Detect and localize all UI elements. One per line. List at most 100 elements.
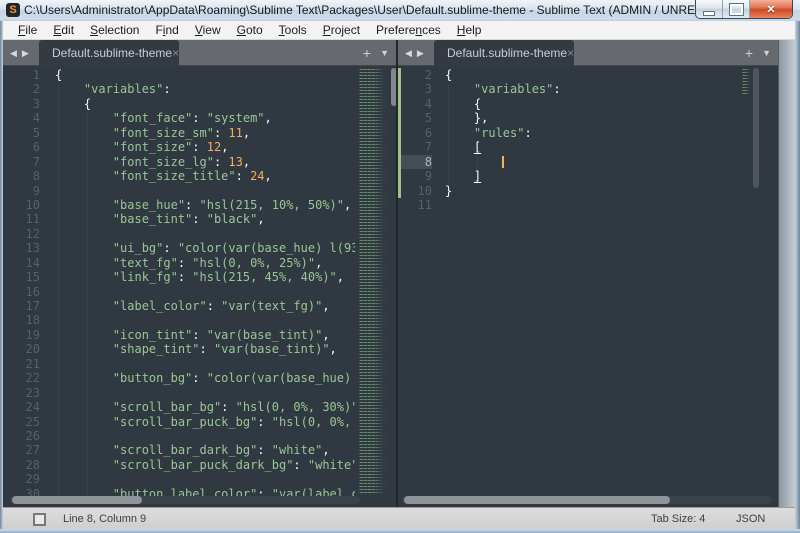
tab-close-icon[interactable]: × (172, 46, 189, 60)
line-number-7[interactable]: 7 (398, 140, 432, 154)
line-number-22[interactable]: 22 (3, 371, 40, 385)
code-line-20[interactable]: "shape_tint": "var(base_tint)", (55, 342, 355, 356)
line-number-27[interactable]: 27 (3, 443, 40, 457)
code-line-27[interactable]: "scroll_bar_dark_bg": "white", (55, 443, 355, 457)
scrollbar-puck[interactable] (404, 496, 670, 504)
menu-find[interactable]: Find (147, 21, 186, 39)
code-line-9[interactable] (55, 184, 355, 198)
line-number-11[interactable]: 11 (398, 198, 432, 212)
right-code-area[interactable]: { "variables": { }, "rules": [ ]} (445, 68, 737, 212)
scrollbar-puck[interactable] (12, 496, 142, 504)
menu-view[interactable]: View (187, 21, 229, 39)
left-code-area[interactable]: { "variables": { "font_face": "system", … (55, 68, 355, 501)
line-number-3[interactable]: 3 (3, 97, 40, 111)
code-line-4[interactable]: "font_face": "system", (55, 111, 355, 125)
code-line-8[interactable]: "font_size_title": 24, (55, 169, 355, 183)
line-number-2[interactable]: 2 (398, 68, 432, 82)
line-number-9[interactable]: 9 (398, 169, 432, 183)
line-number-5[interactable]: 5 (3, 126, 40, 140)
line-number-5[interactable]: 5 (398, 111, 432, 125)
line-number-24[interactable]: 24 (3, 400, 40, 414)
menu-selection[interactable]: Selection (82, 21, 147, 39)
code-line-2[interactable]: { (445, 68, 737, 82)
left-minimap[interactable] (357, 66, 389, 507)
line-number-6[interactable]: 6 (398, 126, 432, 140)
menu-file[interactable]: File (10, 21, 45, 39)
code-line-15[interactable]: "link_fg": "hsl(215, 45%, 40%)", (55, 270, 355, 284)
right-vertical-scrollbar[interactable] (752, 66, 760, 507)
close-button[interactable]: ✕ (750, 0, 792, 18)
right-horizontal-scrollbar[interactable] (402, 496, 772, 504)
line-number-10[interactable]: 10 (398, 184, 432, 198)
code-line-3[interactable]: "variables": (445, 82, 737, 96)
line-number-25[interactable]: 25 (3, 415, 40, 429)
code-line-5[interactable]: }, (445, 111, 737, 125)
code-line-22[interactable]: "button_bg": "color(var(base_hue) l(9 (55, 371, 355, 385)
code-line-10[interactable]: "base_hue": "hsl(215, 10%, 50%)", (55, 198, 355, 212)
menu-preferences[interactable]: Preferences (368, 21, 449, 39)
code-line-6[interactable]: "font_size": 12, (55, 140, 355, 154)
code-line-13[interactable]: "ui_bg": "color(var(base_hue) l(93%)) (55, 241, 355, 255)
line-number-8[interactable]: 8 (3, 169, 40, 183)
code-line-29[interactable] (55, 472, 355, 486)
code-line-26[interactable] (55, 429, 355, 443)
code-line-7[interactable]: [ (445, 140, 737, 154)
code-line-23[interactable] (55, 386, 355, 400)
scrollbar-puck[interactable] (753, 68, 759, 188)
code-line-11[interactable]: "base_tint": "black", (55, 212, 355, 226)
tab-overflow-icon[interactable]: ▼ (380, 48, 389, 58)
line-number-26[interactable]: 26 (3, 429, 40, 443)
line-number-15[interactable]: 15 (3, 270, 40, 284)
code-line-17[interactable]: "label_color": "var(text_fg)", (55, 299, 355, 313)
line-number-9[interactable]: 9 (3, 184, 40, 198)
line-number-4[interactable]: 4 (398, 97, 432, 111)
line-number-1[interactable]: 1 (3, 68, 40, 82)
line-number-21[interactable]: 21 (3, 357, 40, 371)
code-line-25[interactable]: "scroll_bar_puck_bg": "hsl(0, 0%, 30% (55, 415, 355, 429)
line-number-28[interactable]: 28 (3, 458, 40, 472)
code-line-11[interactable] (445, 198, 737, 212)
new-tab-icon[interactable]: + (363, 46, 371, 60)
line-number-7[interactable]: 7 (3, 155, 40, 169)
prev-tab-icon[interactable]: ◀ (10, 48, 17, 59)
menu-edit[interactable]: Edit (45, 21, 82, 39)
code-line-21[interactable] (55, 357, 355, 371)
line-number-8[interactable]: 8 (398, 155, 432, 169)
code-line-8[interactable] (445, 155, 737, 169)
code-line-2[interactable]: "variables": (55, 82, 355, 96)
sublime-text-icon[interactable]: S (6, 3, 20, 17)
code-line-18[interactable] (55, 313, 355, 327)
line-number-14[interactable]: 14 (3, 256, 40, 270)
code-line-24[interactable]: "scroll_bar_bg": "hsl(0, 0%, 30%)", (55, 400, 355, 414)
tab-size-status[interactable]: Tab Size: 4 (651, 513, 705, 525)
menu-goto[interactable]: Goto (229, 21, 271, 39)
line-number-4[interactable]: 4 (3, 111, 40, 125)
line-number-29[interactable]: 29 (3, 472, 40, 486)
code-line-16[interactable] (55, 285, 355, 299)
code-line-6[interactable]: "rules": (445, 126, 737, 140)
left-horizontal-scrollbar[interactable] (10, 496, 360, 504)
line-number-20[interactable]: 20 (3, 342, 40, 356)
title-bar[interactable]: S C:\Users\Administrator\AppData\Roaming… (0, 0, 800, 22)
code-line-12[interactable] (55, 227, 355, 241)
line-number-3[interactable]: 3 (398, 82, 432, 96)
tab-default-sublime-theme-left[interactable]: Default.sublime-theme × (39, 40, 179, 66)
code-line-1[interactable]: { (55, 68, 355, 82)
maximize-button[interactable] (722, 0, 750, 18)
code-line-5[interactable]: "font_size_sm": 11, (55, 126, 355, 140)
line-number-2[interactable]: 2 (3, 82, 40, 96)
menu-help[interactable]: Help (449, 21, 490, 39)
menu-project[interactable]: Project (315, 21, 368, 39)
next-tab-icon[interactable]: ▶ (417, 48, 424, 59)
code-line-9[interactable]: ] (445, 169, 737, 183)
tab-overflow-icon[interactable]: ▼ (762, 48, 771, 58)
next-tab-icon[interactable]: ▶ (22, 48, 29, 59)
code-line-28[interactable]: "scroll_bar_puck_dark_bg": "white", (55, 458, 355, 472)
line-number-17[interactable]: 17 (3, 299, 40, 313)
menu-tools[interactable]: Tools (271, 21, 315, 39)
code-line-4[interactable]: { (445, 97, 737, 111)
code-line-7[interactable]: "font_size_lg": 13, (55, 155, 355, 169)
line-number-16[interactable]: 16 (3, 285, 40, 299)
line-number-23[interactable]: 23 (3, 386, 40, 400)
code-line-3[interactable]: { (55, 97, 355, 111)
